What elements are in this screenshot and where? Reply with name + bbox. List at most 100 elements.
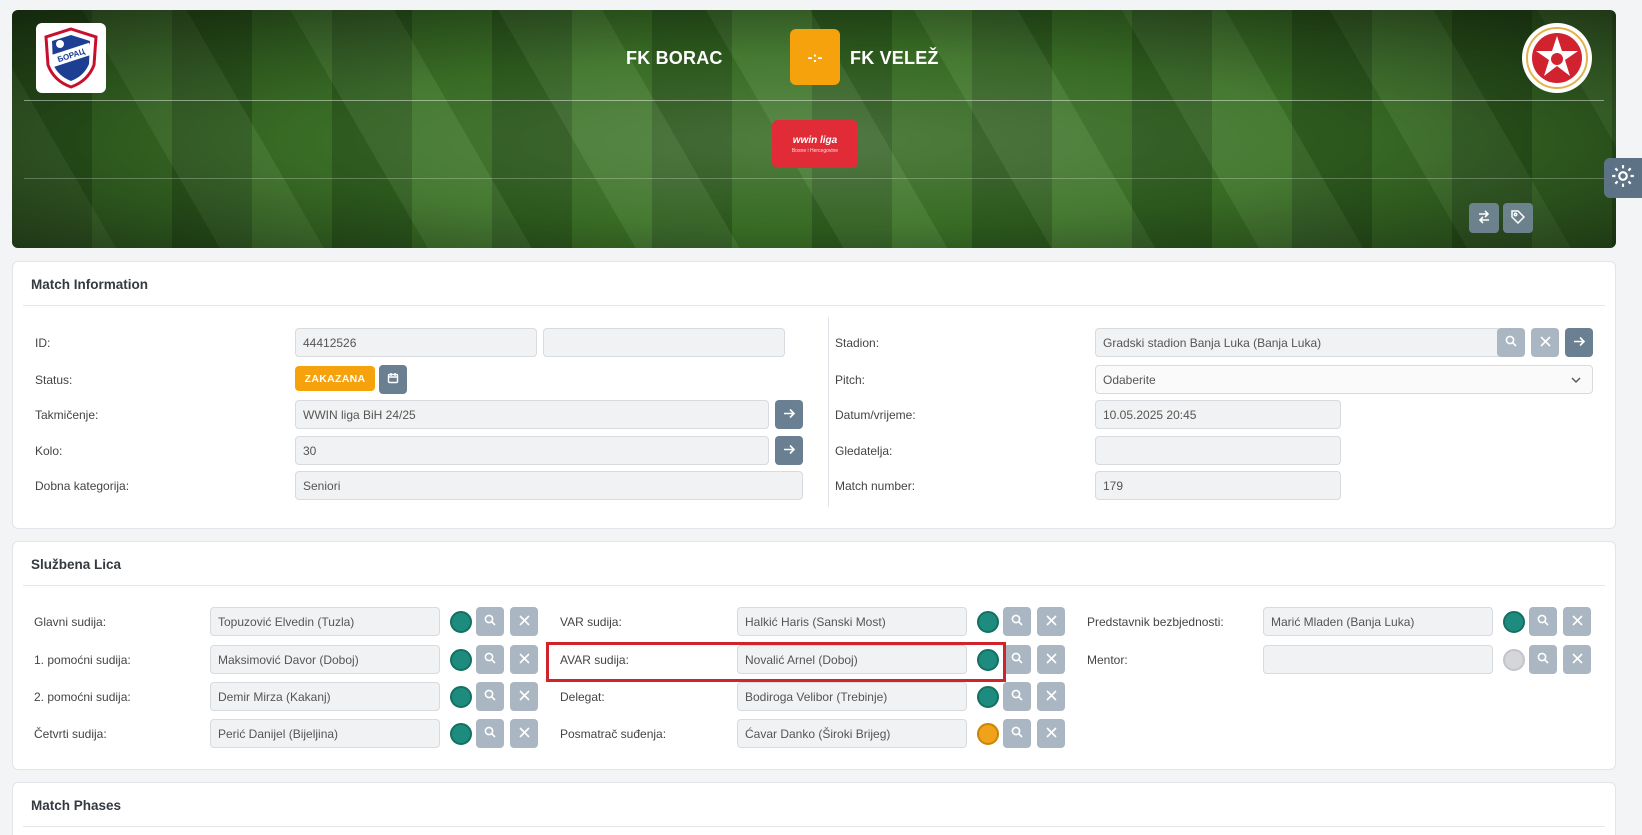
stadium-search-button[interactable] [1497, 328, 1525, 357]
search-icon [1505, 335, 1517, 350]
league-logo: wwin liga Bosne i Hercegovine [772, 120, 858, 168]
official-field[interactable]: Bodiroga Velibor (Trebinje) [737, 682, 967, 711]
search-icon [1011, 689, 1023, 704]
official-clear-button[interactable] [1037, 682, 1065, 711]
official-search-button[interactable] [1003, 682, 1031, 711]
official-clear-button[interactable] [1037, 607, 1065, 636]
card-divider [23, 826, 1605, 827]
official-status-indicator [977, 723, 999, 745]
stadium-go-button[interactable] [1565, 328, 1593, 357]
header-divider [24, 100, 1604, 101]
official-search-button[interactable] [1003, 719, 1031, 748]
official-field[interactable]: Maksimović Davor (Doboj) [210, 645, 440, 674]
round-go-button[interactable] [775, 436, 803, 465]
close-icon [1571, 652, 1583, 667]
close-icon [1045, 614, 1057, 629]
close-icon [1045, 652, 1057, 667]
away-team-name: FK VELEŽ [850, 48, 939, 68]
pitch-select[interactable]: Odaberite [1095, 365, 1593, 394]
official-status-indicator [450, 686, 472, 708]
card-divider [23, 585, 1605, 586]
home-team-crest: БОРАЦ [36, 23, 106, 93]
tag-button[interactable] [1503, 203, 1533, 233]
official-label: Četvrti sudija: [34, 727, 107, 741]
officials-title: Službena Lica [31, 557, 122, 572]
close-icon [518, 689, 530, 704]
official-status-indicator [1503, 649, 1525, 671]
official-status-indicator [450, 649, 472, 671]
official-search-button[interactable] [476, 645, 504, 674]
official-search-button[interactable] [1003, 645, 1031, 674]
age-category-label: Dobna kategorija: [35, 479, 130, 493]
chevron-down-icon [1570, 374, 1582, 389]
official-label: Mentor: [1087, 653, 1128, 667]
official-search-button[interactable] [476, 607, 504, 636]
close-icon [1571, 614, 1583, 629]
id-extra-field[interactable] [543, 328, 785, 357]
page: БОРАЦ FK BORAC -:- FK VELEŽ wwin liga Bo… [0, 0, 1642, 835]
official-clear-button[interactable] [1037, 645, 1065, 674]
arrow-right-icon [1573, 335, 1586, 351]
official-clear-button[interactable] [510, 719, 538, 748]
stadium-field[interactable]: Gradski stadion Banja Luka (Banja Luka) [1095, 328, 1501, 357]
header-divider-lower [24, 178, 1604, 179]
official-field[interactable] [1263, 645, 1493, 674]
status-badge[interactable]: ZAKAZANA [295, 366, 375, 391]
competition-field[interactable]: WWIN liga BiH 24/25 [295, 400, 769, 429]
swap-icon [1477, 209, 1491, 227]
age-category-field[interactable]: Seniori [295, 471, 803, 500]
official-search-button[interactable] [1003, 607, 1031, 636]
official-field[interactable]: Ćavar Danko (Široki Brijeg) [737, 719, 967, 748]
arrow-right-icon [783, 443, 796, 459]
official-label: Predstavnik bezbjednosti: [1087, 615, 1224, 629]
official-clear-button[interactable] [510, 607, 538, 636]
competition-label: Takmičenje: [35, 408, 99, 422]
official-search-button[interactable] [476, 682, 504, 711]
official-clear-button[interactable] [1563, 607, 1591, 636]
arrow-right-icon [783, 407, 796, 423]
official-status-indicator [450, 611, 472, 633]
swap-teams-button[interactable] [1469, 203, 1499, 233]
search-icon [484, 689, 496, 704]
match-information-card: Match Information ID: 44412526 Status: Z… [12, 261, 1616, 529]
official-field[interactable]: Demir Mirza (Kakanj) [210, 682, 440, 711]
search-icon [1011, 652, 1023, 667]
match-header: БОРАЦ FK BORAC -:- FK VELEŽ wwin liga Bo… [12, 10, 1616, 248]
official-label: Posmatrač suđenja: [560, 727, 667, 741]
id-label: ID: [35, 336, 51, 350]
competition-go-button[interactable] [775, 400, 803, 429]
round-label: Kolo: [35, 444, 63, 458]
official-status-indicator [1503, 611, 1525, 633]
id-field[interactable]: 44412526 [295, 328, 537, 357]
close-icon [518, 652, 530, 667]
official-label: VAR sudija: [560, 615, 622, 629]
official-label: 1. pomoćni sudija: [34, 653, 131, 667]
calendar-icon [387, 372, 399, 387]
official-clear-button[interactable] [510, 682, 538, 711]
round-field[interactable]: 30 [295, 436, 769, 465]
match-phases-card: Match Phases [12, 782, 1616, 835]
official-field[interactable]: Halkić Haris (Sanski Most) [737, 607, 967, 636]
match-information-title: Match Information [31, 277, 148, 292]
close-icon [518, 726, 530, 741]
spectators-field[interactable] [1095, 436, 1341, 465]
official-search-button[interactable] [1529, 645, 1557, 674]
search-icon [1537, 614, 1549, 629]
datetime-field[interactable]: 10.05.2025 20:45 [1095, 400, 1341, 429]
league-logo-text: wwin liga [792, 134, 838, 146]
official-clear-button[interactable] [1563, 645, 1591, 674]
match-number-field[interactable]: 179 [1095, 471, 1341, 500]
official-clear-button[interactable] [1037, 719, 1065, 748]
datetime-label: Datum/vrijeme: [835, 408, 916, 422]
official-clear-button[interactable] [510, 645, 538, 674]
card-divider [23, 305, 1605, 306]
official-field[interactable]: Perić Danijel (Bijeljina) [210, 719, 440, 748]
official-search-button[interactable] [476, 719, 504, 748]
status-calendar-button[interactable] [379, 365, 407, 394]
status-label: Status: [35, 373, 73, 387]
official-field[interactable]: Topuzović Elvedin (Tuzla) [210, 607, 440, 636]
official-search-button[interactable] [1529, 607, 1557, 636]
search-icon [1537, 652, 1549, 667]
stadium-clear-button[interactable] [1531, 328, 1559, 357]
official-field[interactable]: Marić Mladen (Banja Luka) [1263, 607, 1493, 636]
